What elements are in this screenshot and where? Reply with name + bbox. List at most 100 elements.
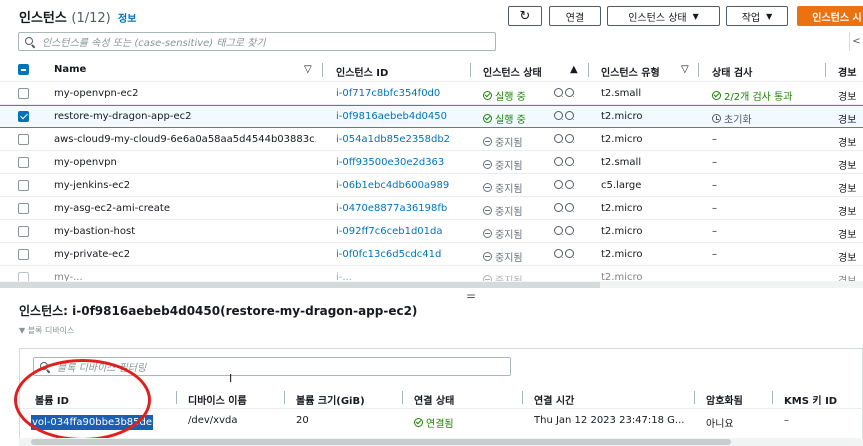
zoom-in-icon[interactable] (554, 249, 563, 258)
zoom-out-icon[interactable] (565, 203, 574, 212)
table-row[interactable]: my-bastion-host i-092ff7c6ceb1d01da 중지됨 … (0, 220, 863, 243)
block-device-filter-input[interactable]: 블록 디바이스 필터링 (33, 357, 511, 376)
table-row[interactable]: my-jenkins-ec2 i-06b1ebc4db600a989 중지됨 c… (0, 174, 863, 197)
scrollbar-thumb[interactable] (31, 439, 731, 445)
launch-instances-button[interactable]: 인스턴스 시 (797, 6, 863, 26)
volumes-horizontal-scrollbar[interactable] (19, 438, 863, 446)
zoom-icons[interactable] (554, 226, 574, 235)
column-header-instance-state[interactable]: 인스턴스 상태 (483, 64, 542, 79)
check-circle-icon (483, 114, 492, 123)
column-header-volume-size[interactable]: 볼륨 크기(GiB) (296, 392, 365, 407)
row-checkbox[interactable] (18, 134, 29, 145)
row-checkbox[interactable] (18, 272, 29, 281)
zoom-icons[interactable] (554, 111, 574, 120)
info-link[interactable]: 정보 (118, 10, 136, 25)
column-divider[interactable] (176, 391, 177, 404)
column-divider[interactable] (322, 63, 323, 77)
volume-row[interactable]: vol-034ffa90bbe3b85de /dev/xvda 20 연결됨 T… (20, 410, 863, 432)
instance-state-dropdown[interactable]: 인스턴스 상태 ▼ (607, 6, 720, 26)
table-horizontal-scrollbar[interactable] (0, 282, 863, 288)
column-divider[interactable] (772, 391, 773, 404)
volume-id-link-selected[interactable]: vol-034ffa90bbe3b85de (31, 415, 154, 430)
block-device-section-toggle[interactable]: ▼ 블록 디바이스 (19, 325, 74, 336)
zoom-out-icon[interactable] (565, 180, 574, 189)
select-all-checkbox[interactable] (18, 64, 29, 75)
row-checkbox[interactable] (18, 226, 29, 237)
sort-icon[interactable]: ▽ (681, 64, 689, 75)
table-row[interactable]: my-openvpn-ec2 i-0f717c8bfc354f0d0 실행 중 … (0, 82, 863, 105)
actions-dropdown[interactable]: 작업 ▼ (726, 6, 788, 26)
column-header-encrypted[interactable]: 암호화됨 (706, 392, 743, 407)
zoom-in-icon[interactable] (554, 203, 563, 212)
instance-id-link[interactable]: i-06b1ebc4db600a989 (336, 180, 449, 191)
column-header-instance-id[interactable]: 인스턴스 ID (336, 64, 388, 79)
column-header-alarm[interactable]: 경보 (838, 64, 856, 79)
table-row[interactable]: aws-cloud9-my-cloud9-6e6a0a58aa5d4544b03… (0, 128, 863, 151)
column-divider[interactable] (522, 391, 523, 404)
instance-id-link[interactable]: i-0f9816aebeb4d0450 (336, 111, 447, 122)
instance-id-link[interactable]: i-0f0fc13c6d5cdc41d (336, 249, 441, 260)
zoom-out-icon[interactable] (565, 111, 574, 120)
table-row-partial[interactable]: my-... i-... 중지됨 t2.micro 경보 (0, 266, 863, 282)
row-checkbox[interactable] (18, 203, 29, 214)
instance-search-input[interactable]: 인스턴스를 속성 또는 (case-sensitive) 태그로 찾기 (18, 32, 496, 51)
zoom-icons[interactable] (554, 203, 574, 212)
table-row[interactable]: my-openvpn i-0ff93500e30e2d363 중지됨 t2.sm… (0, 151, 863, 174)
connect-button[interactable]: 연결 (549, 6, 601, 26)
panel-splitter-handle[interactable]: = (466, 289, 476, 303)
zoom-in-icon[interactable] (554, 180, 563, 189)
column-divider[interactable] (470, 63, 471, 77)
column-header-status-check[interactable]: 상태 검사 (712, 64, 752, 79)
zoom-out-icon[interactable] (565, 157, 574, 166)
row-checkbox[interactable] (18, 180, 29, 191)
column-divider[interactable] (588, 63, 589, 77)
sort-icon[interactable]: ▲ (570, 64, 578, 75)
stopped-icon (483, 229, 492, 238)
row-checkbox[interactable] (18, 249, 29, 260)
instance-id-link[interactable]: i-054a1db85e2358db2 (336, 134, 450, 145)
table-row-selected[interactable]: restore-my-dragon-app-ec2 i-0f9816aebeb4… (0, 105, 863, 128)
zoom-icons[interactable] (554, 88, 574, 97)
row-checkbox[interactable] (18, 157, 29, 168)
zoom-in-icon[interactable] (554, 88, 563, 97)
column-divider[interactable] (698, 63, 699, 77)
instance-state: 중지됨 (483, 226, 523, 241)
column-header-name[interactable]: Name (54, 64, 86, 75)
column-divider[interactable] (825, 63, 826, 77)
launch-button-label: 인스턴스 시 (812, 12, 862, 24)
column-header-instance-type[interactable]: 인스턴스 유형 (601, 64, 660, 79)
instance-id-link[interactable]: i-0f717c8bfc354f0d0 (336, 88, 440, 99)
sort-icon[interactable]: ▽ (304, 64, 312, 75)
zoom-icons[interactable] (554, 157, 574, 166)
column-header-volume-id[interactable]: 볼륨 ID (35, 392, 69, 407)
zoom-icons[interactable] (554, 249, 574, 258)
table-row[interactable]: my-private-ec2 i-0f0fc13c6d5cdc41d 중지됨 t… (0, 243, 863, 266)
instance-id-link[interactable]: i-... (336, 272, 352, 281)
column-divider[interactable] (402, 391, 403, 404)
zoom-icons[interactable] (554, 134, 574, 143)
row-checkbox[interactable] (18, 111, 29, 122)
instance-id-link[interactable]: i-0470e8877a36198fb (336, 203, 447, 214)
zoom-in-icon[interactable] (554, 157, 563, 166)
table-row[interactable]: my-asg-ec2-ami-create i-0470e8877a36198f… (0, 197, 863, 220)
column-header-attach-state[interactable]: 연결 상태 (414, 392, 454, 407)
zoom-out-icon[interactable] (565, 249, 574, 258)
zoom-out-icon[interactable] (565, 134, 574, 143)
column-divider[interactable] (284, 391, 285, 404)
column-header-attach-time[interactable]: 연결 시간 (534, 392, 574, 407)
instance-id-link[interactable]: i-092ff7c6ceb1d01da (336, 226, 443, 237)
zoom-in-icon[interactable] (554, 111, 563, 120)
column-header-device-name[interactable]: 디바이스 이름 (188, 392, 247, 407)
zoom-out-icon[interactable] (565, 226, 574, 235)
row-checkbox[interactable] (18, 88, 29, 99)
scrollbar-thumb[interactable] (0, 282, 600, 288)
pagination-prev-button[interactable]: < (849, 32, 863, 51)
zoom-icons[interactable] (554, 180, 574, 189)
column-divider[interactable] (694, 391, 695, 404)
zoom-in-icon[interactable] (554, 134, 563, 143)
zoom-out-icon[interactable] (565, 88, 574, 97)
refresh-button[interactable]: ↻ (508, 6, 542, 26)
instance-id-link[interactable]: i-0ff93500e30e2d363 (336, 157, 444, 168)
column-header-kms-key-id[interactable]: KMS 키 ID (784, 392, 837, 407)
zoom-in-icon[interactable] (554, 226, 563, 235)
